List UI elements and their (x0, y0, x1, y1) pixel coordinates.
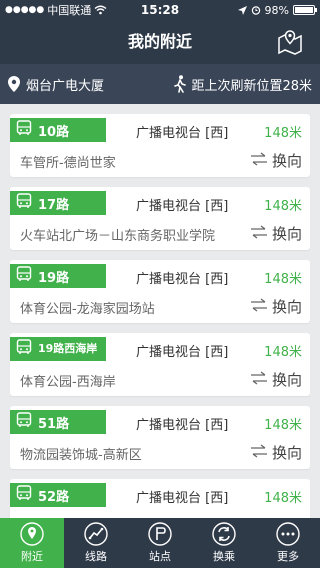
switch-direction-button[interactable]: 换向 (250, 442, 302, 463)
route-name: 51路 (38, 416, 70, 432)
switch-direction-label: 换向 (271, 371, 302, 389)
route-path: 体育公园-西海岸 (20, 375, 116, 390)
bus-icon (16, 412, 32, 432)
stop-name: 广播电视台 [西] (136, 345, 229, 360)
route-tag: 52路 (10, 483, 106, 507)
location-bar: 烟台广电大厦 距上次刷新位置28米 (0, 64, 320, 104)
route-path: 火车站北广场－山东商务职业学院 (20, 229, 216, 244)
switch-direction-icon (250, 443, 268, 462)
stop-name: 广播电视台 [西] (136, 491, 229, 506)
carrier-label: 中国联通 (47, 4, 92, 17)
battery-icon (293, 5, 317, 15)
current-location: 烟台广电大厦 (8, 75, 173, 94)
stop-name: 广播电视台 [西] (136, 126, 229, 141)
location-pin-icon (8, 76, 20, 92)
stop-distance: 148米 (264, 491, 302, 506)
bus-icon (16, 485, 32, 505)
wifi-icon (94, 5, 107, 15)
page-title: 我的附近 (127, 32, 192, 51)
tab-transfer[interactable]: 换乘 (192, 518, 256, 568)
stop-distance: 148米 (264, 199, 302, 214)
bus-icon (16, 266, 32, 286)
route-tag: 19路西海岸 (10, 337, 106, 361)
switch-direction-label: 换向 (271, 444, 302, 462)
tab-nearby[interactable]: 附近 (0, 518, 64, 568)
tab-stops[interactable]: 站点 (128, 518, 192, 568)
status-right: 98% (237, 3, 317, 17)
bus-card[interactable]: 17路 广播电视台 [西] 148米火车站北广场－山东商务职业学院 换向 (10, 187, 310, 250)
more-icon (276, 522, 300, 546)
tab-bar: 附近 线路 站点 换乘 更多 (0, 518, 320, 568)
switch-direction-label: 换向 (271, 298, 302, 316)
location-name: 烟台广电大厦 (26, 78, 105, 94)
bus-list: 10路 广播电视台 [西] 148米 车管所-德尚世家 换向 17路 广播电视台 [西] 14… (0, 104, 320, 518)
route-name: 19路西海岸 (38, 342, 98, 355)
switch-direction-button[interactable]: 换向 (250, 296, 302, 317)
route-icon (84, 522, 108, 546)
tab-label: 更多 (277, 550, 299, 563)
tab-more[interactable]: 更多 (256, 518, 320, 568)
map-button[interactable] (276, 28, 304, 56)
route-name: 10路 (38, 124, 70, 140)
stop-name: 广播电视台 [西] (136, 418, 229, 433)
switch-direction-button[interactable]: 换向 (250, 150, 302, 171)
tab-label: 站点 (149, 550, 171, 563)
walking-icon (174, 75, 187, 93)
bus-card[interactable]: 19路西海岸 广播电视台 [西] 148米体育公园-西海岸 换向 (10, 333, 310, 396)
tab-label: 附近 (21, 550, 43, 563)
stop-sign-icon (148, 522, 172, 546)
switch-direction-icon (250, 224, 268, 243)
map-pin-icon (278, 30, 302, 55)
tab-routes[interactable]: 线路 (64, 518, 128, 568)
tab-label: 换乘 (213, 550, 235, 563)
stop-distance: 148米 (264, 418, 302, 433)
signal-icon: ●●●●● (5, 5, 45, 15)
switch-direction-button[interactable]: 换向 (250, 223, 302, 244)
location-pin-icon (20, 522, 44, 546)
switch-direction-icon (250, 370, 268, 389)
stop-distance: 148米 (264, 345, 302, 360)
tab-label: 线路 (85, 550, 107, 563)
stop-name: 广播电视台 [西] (136, 272, 229, 287)
route-path: 物流园装饰城-高新区 (20, 448, 142, 463)
route-tag: 19路 (10, 264, 106, 288)
location-arrow-icon (237, 5, 247, 15)
stop-distance: 148米 (264, 272, 302, 287)
transfer-icon (212, 522, 236, 546)
bus-card[interactable]: 52路 广播电视台 [西] 148米 (10, 479, 310, 518)
status-left: ●●●●● 中国联通 (5, 2, 238, 18)
bus-icon (16, 193, 32, 213)
refresh-info[interactable]: 距上次刷新位置28米 (173, 75, 312, 94)
bus-card[interactable]: 10路 广播电视台 [西] 148米车管所-德尚世家 换向 (10, 114, 310, 177)
stop-name: 广播电视台 [西] (136, 199, 229, 214)
bus-card[interactable]: 51路 广播电视台 [西] 148米物流园装饰城-高新区 换向 (10, 406, 310, 469)
stop-distance: 148米 (264, 126, 302, 141)
refresh-distance-text: 距上次刷新位置28米 (191, 78, 312, 94)
switch-direction-button[interactable]: 换向 (250, 369, 302, 390)
status-bar: ●●●●● 中国联通 15:28 98% (0, 0, 320, 20)
bus-icon (16, 120, 32, 140)
switch-direction-icon (250, 151, 268, 170)
route-tag: 10路 (10, 118, 106, 142)
route-path: 体育公园-龙海家园场站 (20, 302, 155, 317)
switch-direction-label: 换向 (271, 225, 302, 243)
bus-icon (16, 339, 32, 359)
bus-card[interactable]: 19路 广播电视台 [西] 148米体育公园-龙海家园场站 换向 (10, 260, 310, 323)
navigation-bar: 我的附近 (0, 20, 320, 64)
route-name: 52路 (38, 489, 70, 505)
route-path: 车管所-德尚世家 (20, 156, 116, 171)
route-tag: 51路 (10, 410, 106, 434)
switch-direction-label: 换向 (271, 152, 302, 170)
switch-direction-icon (250, 297, 268, 316)
alarm-icon (251, 6, 260, 15)
route-name: 19路 (38, 270, 70, 286)
route-name: 17路 (38, 197, 70, 213)
battery-percent: 98% (264, 3, 289, 17)
route-tag: 17路 (10, 191, 106, 215)
